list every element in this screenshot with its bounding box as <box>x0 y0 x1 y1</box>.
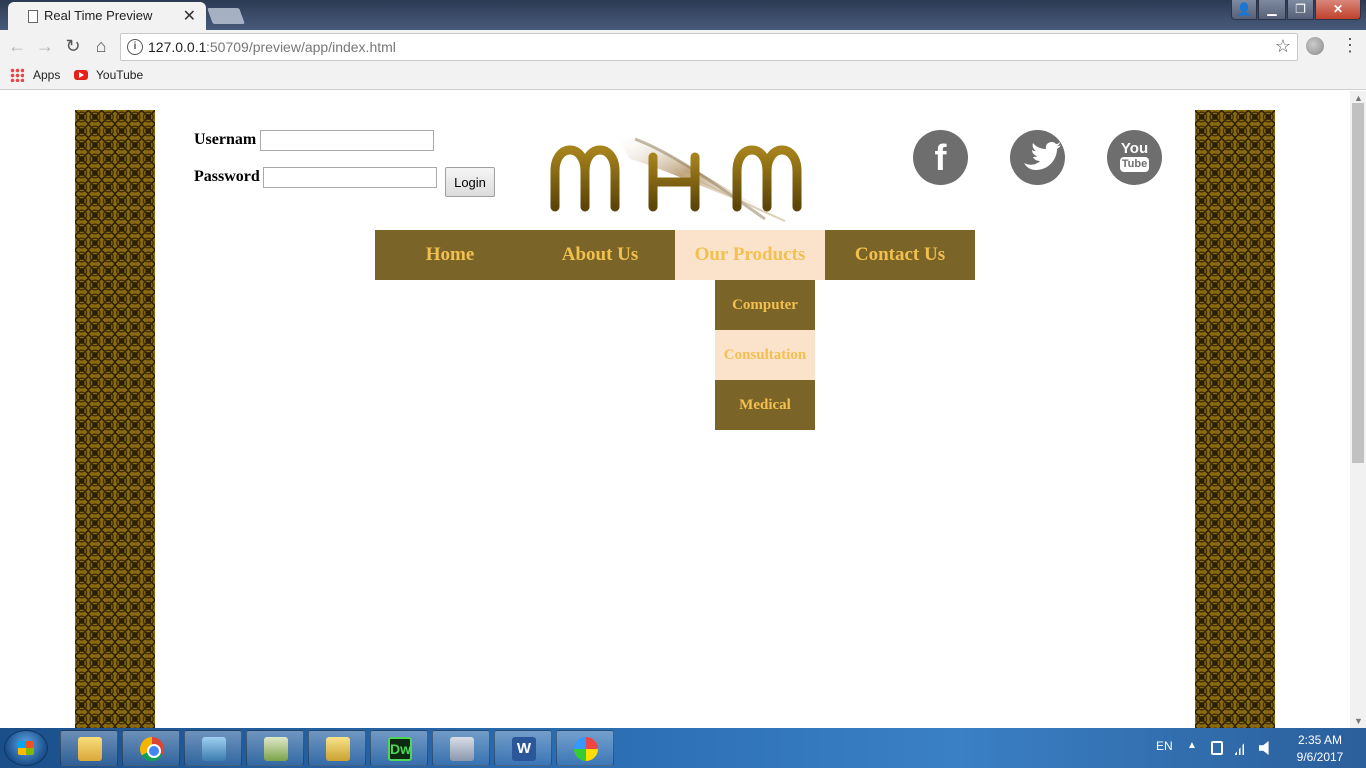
paint-palette-icon <box>574 737 598 761</box>
photo-viewer-icon <box>202 737 226 761</box>
nav-item-about-us[interactable]: About Us <box>525 230 675 280</box>
bookmark-apps[interactable]: Apps <box>33 68 60 82</box>
close-window-button[interactable]: ✕ <box>1315 0 1361 20</box>
word-icon: W <box>512 737 536 761</box>
taskbar-calculator[interactable] <box>432 730 490 766</box>
vertical-scrollbar[interactable]: ▲ ▼ <box>1350 91 1366 728</box>
address-bar[interactable]: i 127.0.0.1 :50709/preview/app/index.htm… <box>120 33 1298 61</box>
minimize-button[interactable]: ▁ <box>1258 0 1286 20</box>
start-button[interactable] <box>4 730 48 766</box>
facebook-icon[interactable]: f <box>913 130 968 185</box>
browser-tab[interactable]: Real Time Preview ✕ <box>8 2 206 30</box>
forward-arrow-icon[interactable]: → <box>34 36 56 57</box>
youtube-you-text: You <box>1120 140 1149 157</box>
youtube-icon[interactable] <box>74 70 88 80</box>
calculator-icon <box>450 737 474 761</box>
taskbar-media[interactable] <box>308 730 366 766</box>
dropdown-item-consultation[interactable]: Consultation <box>715 330 815 380</box>
twitter-bird-icon <box>1024 142 1061 170</box>
tab-title: Real Time Preview <box>44 8 153 23</box>
taskbar-photos[interactable] <box>184 730 242 766</box>
taskbar-explorer[interactable] <box>60 730 118 766</box>
dropdown-item-medical[interactable]: Medical <box>715 380 815 430</box>
reload-icon[interactable]: ↻ <box>62 36 84 57</box>
home-icon[interactable]: ⌂ <box>90 36 112 57</box>
language-indicator[interactable]: EN <box>1156 739 1173 753</box>
browser-toolbar: ← → ↻ ⌂ i 127.0.0.1 :50709/preview/app/i… <box>0 30 1366 64</box>
scroll-up-arrow-icon[interactable]: ▲ <box>1354 93 1363 103</box>
decorative-border-left <box>75 110 155 728</box>
maximize-button[interactable]: ❐ <box>1287 0 1314 20</box>
bookmark-youtube[interactable]: YouTube <box>96 68 143 82</box>
clock-date[interactable]: 9/6/2017 <box>1290 750 1350 764</box>
extension-icon[interactable] <box>1306 37 1324 55</box>
username-input[interactable] <box>260 130 434 151</box>
scroll-down-arrow-icon[interactable]: ▼ <box>1354 716 1363 726</box>
page-viewport: Usernam Password Login f You Tube Home A… <box>0 91 1350 728</box>
login-button[interactable]: Login <box>445 167 495 197</box>
products-dropdown: Computer Consultation Medical <box>715 280 815 430</box>
document-icon <box>28 10 38 23</box>
dreamweaver-icon: Dw <box>388 737 412 761</box>
twitter-icon[interactable] <box>1010 130 1065 185</box>
volume-icon[interactable] <box>1259 741 1269 755</box>
calendar-icon <box>326 737 350 761</box>
url-host: 127.0.0.1 <box>148 39 207 55</box>
tab-close-icon[interactable]: ✕ <box>183 6 196 26</box>
back-arrow-icon[interactable]: ← <box>6 36 28 57</box>
nav-item-home[interactable]: Home <box>375 230 525 280</box>
main-navigation: Home About Us Our Products Contact Us <box>375 230 975 280</box>
password-label: Password <box>194 168 260 185</box>
info-icon[interactable]: i <box>127 39 143 55</box>
youtube-tube-text: Tube <box>1120 157 1149 172</box>
chrome-icon <box>140 737 164 761</box>
password-input[interactable] <box>263 167 437 188</box>
username-label: Usernam <box>194 131 257 148</box>
browser-titlebar: Real Time Preview ✕ 👤 ▁ ❐ ✕ <box>0 0 1366 30</box>
youtube-icon[interactable]: You Tube <box>1107 130 1162 185</box>
profile-button[interactable]: 👤 <box>1231 0 1257 20</box>
taskbar-dreamweaver[interactable]: Dw <box>370 730 428 766</box>
dropdown-item-computer[interactable]: Computer <box>715 280 815 330</box>
apps-grid-icon[interactable] <box>10 68 24 82</box>
network-signal-icon[interactable] <box>1234 741 1246 755</box>
notepad-icon <box>264 737 288 761</box>
decorative-border-right <box>1195 110 1275 728</box>
bookmarks-bar: Apps YouTube <box>0 64 1366 90</box>
new-tab-button[interactable] <box>207 8 245 24</box>
windows-taskbar: Dw W EN ▲ 2:35 AM 9/6/2017 <box>0 728 1366 768</box>
action-center-icon[interactable] <box>1211 741 1223 755</box>
taskbar-chrome[interactable] <box>122 730 180 766</box>
url-path: :50709/preview/app/index.html <box>206 39 396 55</box>
nav-item-our-products[interactable]: Our Products <box>675 230 825 280</box>
taskbar-word[interactable]: W <box>494 730 552 766</box>
nav-item-contact-us[interactable]: Contact Us <box>825 230 975 280</box>
clock-time[interactable]: 2:35 AM <box>1290 733 1350 747</box>
taskbar-notepad[interactable] <box>246 730 304 766</box>
mhm-logo[interactable] <box>545 129 807 224</box>
scrollbar-thumb[interactable] <box>1352 103 1364 463</box>
folder-icon <box>78 737 102 761</box>
taskbar-paint[interactable] <box>556 730 614 766</box>
bookmark-star-icon[interactable]: ☆ <box>1275 36 1291 57</box>
menu-kebab-icon[interactable]: ⋮ <box>1341 35 1359 56</box>
tray-expand-arrow-icon[interactable]: ▲ <box>1187 740 1197 751</box>
